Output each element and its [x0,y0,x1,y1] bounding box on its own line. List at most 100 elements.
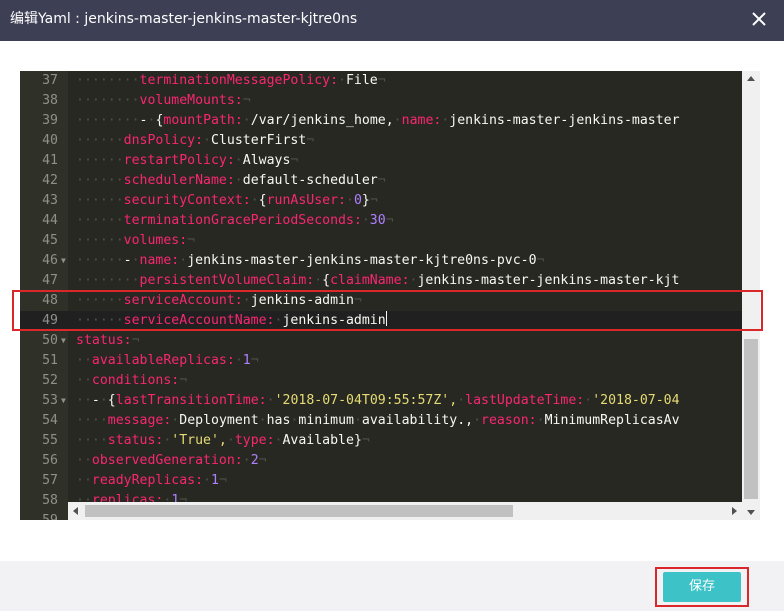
code-token: ········ [76,113,140,128]
code-token: ¬ [218,473,227,488]
code-line[interactable]: 56 ··observedGeneration:·2¬ [20,451,742,471]
fold-arrow-icon[interactable]: ▼ [61,331,66,351]
code-token: jenkins-master-jenkins-master-kjt [417,273,680,288]
code-line[interactable]: 37 ········terminationMessagePolicy:·File… [20,71,742,91]
code-line[interactable]: 38 ········volumeMounts:¬ [20,91,742,111]
arrow-down-icon[interactable] [747,510,755,515]
code-token: 1 [242,353,251,368]
code-line[interactable]: 53 ▼ ··-·{lastTransitionTime:·'2018-07-04T… [20,391,742,411]
save-button[interactable]: 保存 [663,572,741,602]
line-number: 55 [42,433,58,448]
code-line[interactable]: 46 ▼ ······-·name:·jenkins-master-jenkins-… [20,251,742,271]
line-code: ··availableReplicas:·1¬ [76,351,259,371]
line-number: 41 [42,153,58,168]
code-token: jenkins-admin [250,293,354,308]
code-token: ······ [76,193,124,208]
code-line[interactable]: 47 ········persistentVolumeClaim:·{claimN… [20,271,742,291]
code-line[interactable]: 52 ··conditions:¬ [20,371,742,391]
line-number: 44 [42,213,58,228]
code-token: runAsUser: [266,193,346,208]
code-token: · [179,253,188,268]
vertical-scrollbar[interactable] [742,71,760,520]
code-token: mountPath: [163,113,243,128]
code-token: · [203,133,211,148]
code-token: volumes: [123,233,188,248]
code-token: persistentVolumeClaim: [139,273,315,288]
close-icon[interactable] [748,8,770,30]
code-lines[interactable]: 37 ········terminationMessagePolicy:·File… [20,71,742,520]
code-line[interactable]: 55 ····status:·'True',·type:·Available}¬ [20,431,742,451]
arrow-left-icon[interactable] [73,507,78,515]
code-token: { [322,273,331,288]
code-token: · [234,353,243,368]
code-token: ¬ [242,93,251,108]
text-cursor [385,311,387,326]
fold-arrow-icon[interactable]: ▼ [61,251,66,271]
code-line[interactable]: 41 ······restartPolicy:·Always¬ [20,151,742,171]
code-line[interactable]: 45 ······volumes:¬ [20,231,742,251]
code-line[interactable]: 51 ··availableReplicas:·1¬ [20,351,742,371]
code-token: - [91,393,100,408]
code-token: ········ [76,73,140,88]
code-token: · [338,73,346,88]
code-token: terminationGracePeriodSeconds: [123,213,362,228]
code-token: serviceAccountName: [123,313,275,328]
code-token: ¬ [290,153,299,168]
line-code: ······serviceAccountName:·jenkins-admin [76,311,387,331]
code-token: message: [107,413,172,428]
code-token: dnsPolicy: [123,133,204,148]
line-number: 58 [42,493,58,508]
code-token: ········ [76,93,140,108]
code-token: /var/jenkins_home, [250,113,394,128]
yaml-editor[interactable]: 37 ········terminationMessagePolicy:·File… [20,71,760,520]
code-line[interactable]: 48 ······serviceAccount:·jenkins-admin¬ [20,291,742,311]
code-token: ¬ [377,173,386,188]
code-token: serviceAccount: [123,293,243,308]
code-line[interactable]: 40 ······dnsPolicy:·ClusterFirst¬ [20,131,742,151]
code-token: claimName: [330,273,410,288]
code-line[interactable]: 50 ▼ status:¬ [20,331,742,351]
code-token: ¬ [353,293,362,308]
code-line[interactable]: 43 ······securityContext:·{runAsUser:·0}¬ [20,191,742,211]
arrow-right-icon[interactable] [732,507,737,515]
code-token: observedGeneration: [91,453,243,468]
line-code: ········volumeMounts:¬ [76,91,251,111]
code-token: MinimumReplicasAv [544,413,680,428]
line-code: ········terminationMessagePolicy:·File¬ [76,71,386,91]
line-code: ······serviceAccount:·jenkins-admin¬ [76,291,362,311]
line-code: ······restartPolicy:·Always¬ [76,151,298,171]
arrow-up-icon[interactable] [747,76,755,81]
code-line[interactable]: 39 ········-·{mountPath:·/var/jenkins_hom… [20,111,742,131]
code-line[interactable]: 42 ······schedulerName:·default-scheduler… [20,171,742,191]
code-token: status: [76,333,132,348]
fold-arrow-icon[interactable]: ▼ [61,391,66,411]
code-token: } [361,193,370,208]
line-number: 38 [42,93,58,108]
horizontal-scroll-thumb[interactable] [85,505,513,517]
code-token: ¬ [187,233,196,248]
code-token: lastTransitionTime: [115,393,267,408]
vertical-scroll-thumb[interactable] [744,339,758,499]
code-token: 1 [211,473,219,488]
code-token: · [242,113,251,128]
line-code: ··readyReplicas:·1¬ [76,471,227,491]
code-token: · [258,413,267,428]
line-code: ··conditions:¬ [76,371,187,391]
code-token: Always [242,153,291,168]
horizontal-scrollbar[interactable] [68,502,742,520]
code-line[interactable]: 54 ····message:·Deployment·has·minimum·av… [20,411,742,431]
code-token: conditions: [91,373,180,388]
code-token: 30 [369,213,386,228]
code-line[interactable]: 49 ······serviceAccountName:·jenkins-admi… [20,311,742,331]
code-token: ¬ [377,73,386,88]
code-token: ···· [76,413,108,428]
dialog-title: 编辑Yaml : jenkins-master-jenkins-master-k… [10,11,358,27]
code-line[interactable]: 44 ······terminationGracePeriodSeconds:·3… [20,211,742,231]
code-token: status: [107,433,164,448]
line-number: 47 [42,273,58,288]
code-token: File [345,73,378,88]
line-number: 52 [42,373,58,388]
code-token: · [99,393,108,408]
code-token: · [242,293,251,308]
code-line[interactable]: 57 ··readyReplicas:·1¬ [20,471,742,491]
